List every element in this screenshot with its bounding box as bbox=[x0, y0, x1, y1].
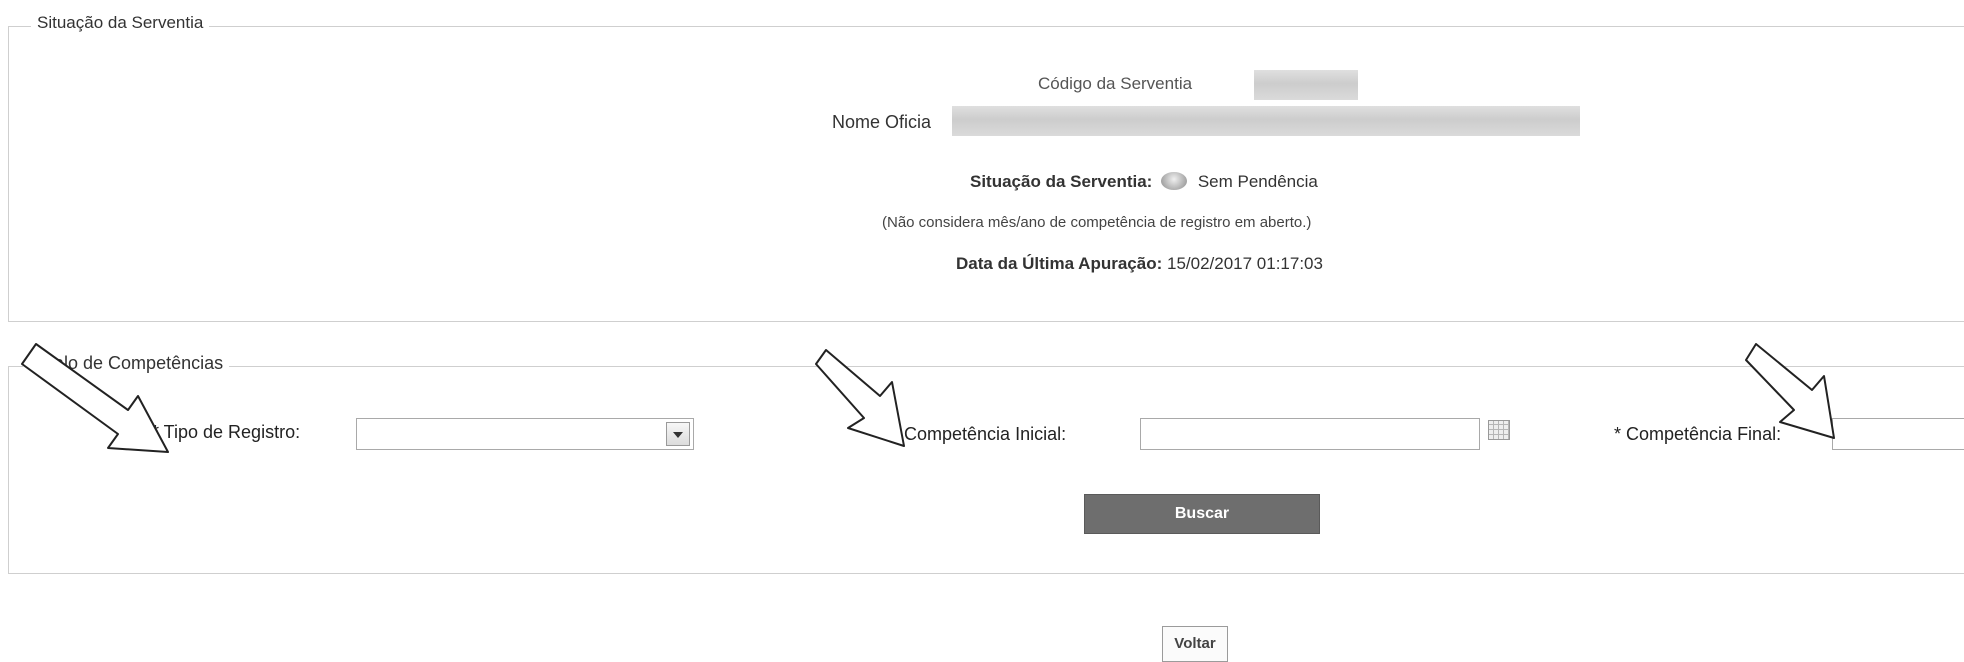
calendar-icon[interactable] bbox=[1488, 420, 1510, 440]
note-text: (Não considera mês/ano de competência de… bbox=[882, 214, 1312, 231]
voltar-button[interactable]: Voltar bbox=[1162, 626, 1228, 662]
apuracao-label: Data da Última Apuração: bbox=[956, 254, 1163, 273]
competencia-inicial-input[interactable] bbox=[1140, 418, 1480, 450]
buscar-button[interactable]: Buscar bbox=[1084, 494, 1320, 534]
tipo-registro-select[interactable] bbox=[356, 418, 694, 450]
situacao-legend: Situação da Serventia bbox=[31, 13, 210, 33]
chevron-down-icon[interactable] bbox=[666, 422, 690, 446]
apuracao-line: Data da Última Apuração: 15/02/2017 01:1… bbox=[956, 254, 1323, 274]
codigo-redacted bbox=[1254, 70, 1358, 100]
status-icon bbox=[1161, 171, 1188, 190]
intervalo-fieldset: ervalo de Competências bbox=[8, 353, 1964, 574]
status-value: Sem Pendência bbox=[1197, 172, 1318, 191]
status-label: Situação da Serventia: bbox=[970, 172, 1153, 191]
status-line: Situação da Serventia: Sem Pendência bbox=[970, 171, 1318, 192]
nome-label: Nome Oficia bbox=[832, 112, 932, 132]
annotation-arrow-left bbox=[21, 343, 169, 453]
codigo-label: Código da Serventia bbox=[1038, 74, 1193, 93]
annotation-arrow-right bbox=[1745, 343, 1835, 439]
nome-redacted bbox=[952, 106, 1580, 136]
apuracao-value: 15/02/2017 01:17:03 bbox=[1166, 254, 1323, 273]
annotation-arrow-middle bbox=[815, 349, 905, 447]
